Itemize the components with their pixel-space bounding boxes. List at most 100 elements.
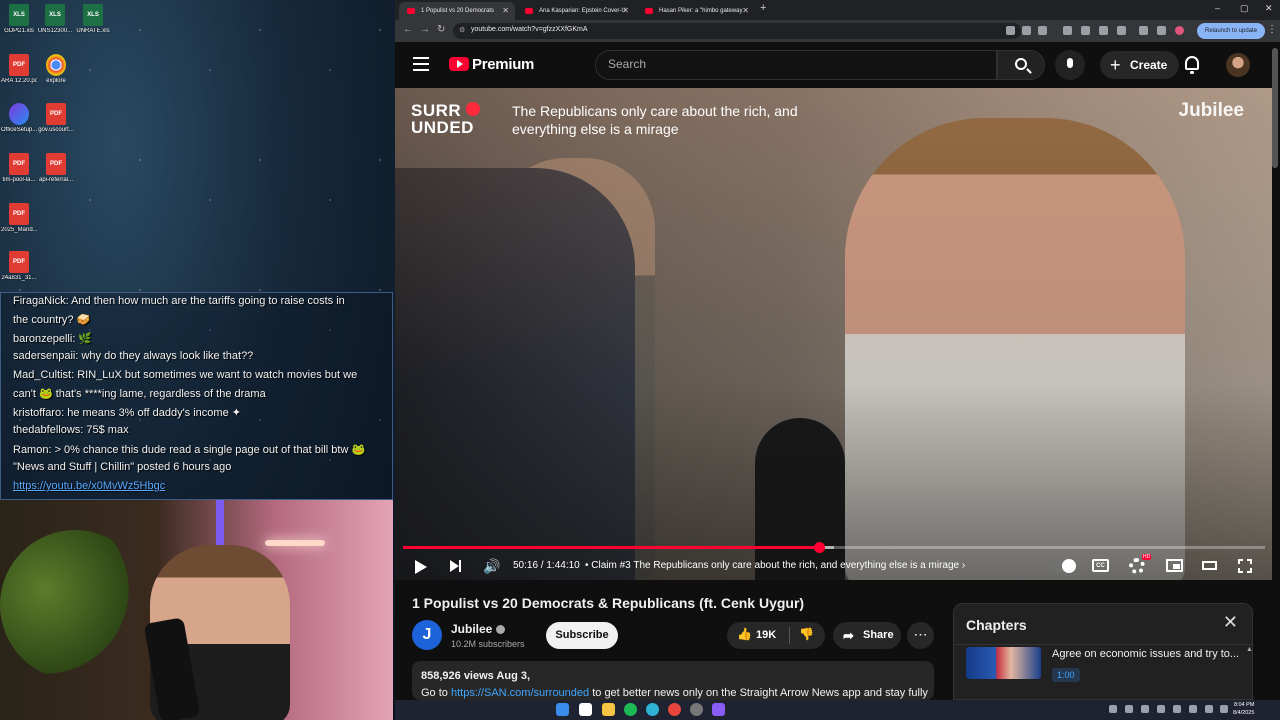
browser-menu-icon[interactable]: ⋮: [1267, 24, 1277, 35]
chapter-item-time[interactable]: 1:00: [1052, 668, 1080, 682]
subscribe-button[interactable]: Subscribe: [546, 622, 618, 649]
close-tab-icon[interactable]: ✕: [502, 2, 509, 20]
sponsor-link[interactable]: https://SAN.com/surrounded: [451, 687, 589, 699]
settings-gear-icon[interactable]: [1129, 558, 1145, 574]
desktop-icon-api[interactable]: PDF api-referral...: [38, 153, 74, 183]
wifi-icon[interactable]: [1189, 705, 1197, 713]
close-tab-icon[interactable]: ✕: [622, 2, 629, 20]
tray-icon[interactable]: [1141, 705, 1149, 713]
profile-icon[interactable]: [1175, 26, 1184, 35]
new-tab-button[interactable]: +: [760, 2, 766, 14]
desktop-icon-officesetup[interactable]: OfficeSetup...: [1, 103, 37, 133]
desktop-icon-label: UNS12300...: [37, 28, 73, 34]
search-icon[interactable]: [579, 703, 592, 716]
more-actions-button[interactable]: ⋯: [907, 622, 934, 649]
youtube-favicon-icon: [407, 8, 415, 14]
share-button[interactable]: ➦ Share: [833, 622, 901, 649]
tray-icon[interactable]: [1125, 705, 1133, 713]
extension-icon[interactable]: [1099, 26, 1108, 35]
extension-icon[interactable]: [1063, 26, 1072, 35]
search-button[interactable]: [997, 50, 1045, 80]
desktop-icon-explore[interactable]: explore: [38, 54, 74, 84]
tray-icon[interactable]: [1109, 705, 1117, 713]
omnibox[interactable]: ⚙ youtube.com/watch?v=gfzzXXfGKmA: [453, 23, 1021, 39]
desktop-icon-24a831[interactable]: PDF 24a831_31...: [1, 251, 37, 281]
install-icon[interactable]: [1006, 26, 1015, 35]
chapter-thumbnail[interactable]: [966, 647, 1041, 679]
progress-bar[interactable]: [403, 542, 1265, 553]
channel-avatar[interactable]: J: [412, 620, 442, 650]
create-button[interactable]: + Create: [1100, 51, 1180, 79]
theater-mode-icon[interactable]: [1202, 561, 1217, 570]
spotify-icon[interactable]: [624, 703, 637, 716]
minimize-button[interactable]: –: [1215, 3, 1220, 13]
thumbs-down-icon[interactable]: 👎: [799, 627, 814, 641]
desktop-icon-mand[interactable]: PDF 2025_Mand...: [1, 203, 37, 233]
extensions-puzzle-icon[interactable]: [1117, 26, 1126, 35]
maximize-button[interactable]: ▢: [1240, 3, 1249, 14]
tray-icon[interactable]: [1157, 705, 1165, 713]
chapter-item-title[interactable]: Agree on economic issues and try to...: [1052, 648, 1242, 660]
excel-icon: XLS: [9, 4, 29, 26]
close-tab-icon[interactable]: ✕: [742, 2, 749, 20]
next-icon[interactable]: [450, 560, 461, 572]
tab-hasan[interactable]: Hasan Piker: a "himbo gateway ✕: [637, 2, 755, 20]
site-info-icon[interactable]: ⚙: [459, 26, 465, 34]
description-box[interactable]: 858,926 views Aug 3, Go to https://SAN.c…: [412, 661, 934, 700]
zoom-icon[interactable]: [1022, 26, 1031, 35]
close-window-button[interactable]: ✕: [1265, 3, 1273, 14]
desktop-icon-uns[interactable]: XLS UNS12300...: [37, 4, 73, 34]
video-player[interactable]: SURR UNDED The Republicans only care abo…: [395, 88, 1272, 580]
desktop-icon-gov[interactable]: PDF gov.uscourt...: [38, 103, 74, 133]
close-icon[interactable]: ✕: [1223, 612, 1238, 633]
extension-icon[interactable]: [1081, 26, 1090, 35]
miniplayer-icon[interactable]: [1166, 559, 1183, 572]
tab-ana[interactable]: Ana Kasparian: Epstein Cover-U ✕: [517, 2, 635, 20]
volume-icon[interactable]: 🔊: [483, 558, 500, 575]
desktop-icon-ara[interactable]: PDF ARA 12.20.pdf: [1, 54, 37, 84]
captions-icon[interactable]: CC: [1092, 559, 1109, 572]
fullscreen-icon[interactable]: [1238, 559, 1252, 573]
network-icon[interactable]: [1173, 705, 1181, 713]
file-explorer-icon[interactable]: [602, 703, 615, 716]
youtube-logo-icon[interactable]: [449, 57, 469, 71]
voice-search-button[interactable]: [1055, 50, 1085, 80]
relaunch-button[interactable]: Relaunch to update: [1197, 23, 1266, 39]
desktop-icon-unrate[interactable]: XLS UNRATE.xls: [75, 4, 111, 34]
forward-icon[interactable]: →: [420, 24, 430, 35]
page-scrollbar[interactable]: [1272, 48, 1278, 168]
chrome-icon[interactable]: [668, 703, 681, 716]
play-icon[interactable]: [415, 560, 427, 574]
scroll-up-icon[interactable]: ▲: [1246, 646, 1252, 653]
reload-icon[interactable]: ↻: [437, 24, 445, 35]
system-clock[interactable]: 8:04 PM 8/4/2025: [1233, 701, 1254, 717]
desktop-icon-timpool[interactable]: PDF tim-pool-la...: [1, 153, 37, 183]
settings-icon[interactable]: [690, 703, 703, 716]
autoplay-toggle[interactable]: [1051, 559, 1076, 573]
sidebar-icon[interactable]: [1139, 26, 1148, 35]
edge-icon[interactable]: [646, 703, 659, 716]
volume-icon[interactable]: [1205, 705, 1213, 713]
battery-icon[interactable]: [1220, 705, 1228, 713]
channel-name[interactable]: Jubilee: [451, 622, 506, 636]
tab-title: Ana Kasparian: Epstein Cover-U: [539, 8, 626, 14]
desktop-icon-gdpc1[interactable]: XLS GDPC1.xls: [1, 4, 37, 34]
bookmark-star-icon[interactable]: [1038, 26, 1047, 35]
avatar[interactable]: [1226, 53, 1250, 77]
chat-link[interactable]: https://youtu.be/x0MvWz5Hbgc: [13, 480, 393, 492]
pdf-icon: PDF: [9, 203, 29, 225]
search-input[interactable]: [608, 57, 988, 71]
like-count[interactable]: 19K: [756, 629, 776, 641]
menu-icon[interactable]: [413, 57, 429, 71]
tab-title: Hasan Piker: a "himbo gateway: [659, 8, 743, 14]
chapter-button[interactable]: • Claim #3 The Republicans only care abo…: [585, 560, 965, 571]
download-icon[interactable]: [1157, 26, 1166, 35]
back-icon[interactable]: ←: [403, 24, 413, 35]
start-windows-icon[interactable]: [556, 703, 569, 716]
tab-populist[interactable]: 1 Populist vs 20 Democrats ✕: [399, 2, 515, 20]
description-suffix: to get better news only on the Straight …: [589, 687, 928, 699]
app-icon[interactable]: [712, 703, 725, 716]
premium-wordmark[interactable]: Premium: [472, 56, 534, 73]
thumbs-up-icon[interactable]: 👍: [737, 627, 752, 641]
notifications-bell-icon[interactable]: [1185, 56, 1199, 74]
